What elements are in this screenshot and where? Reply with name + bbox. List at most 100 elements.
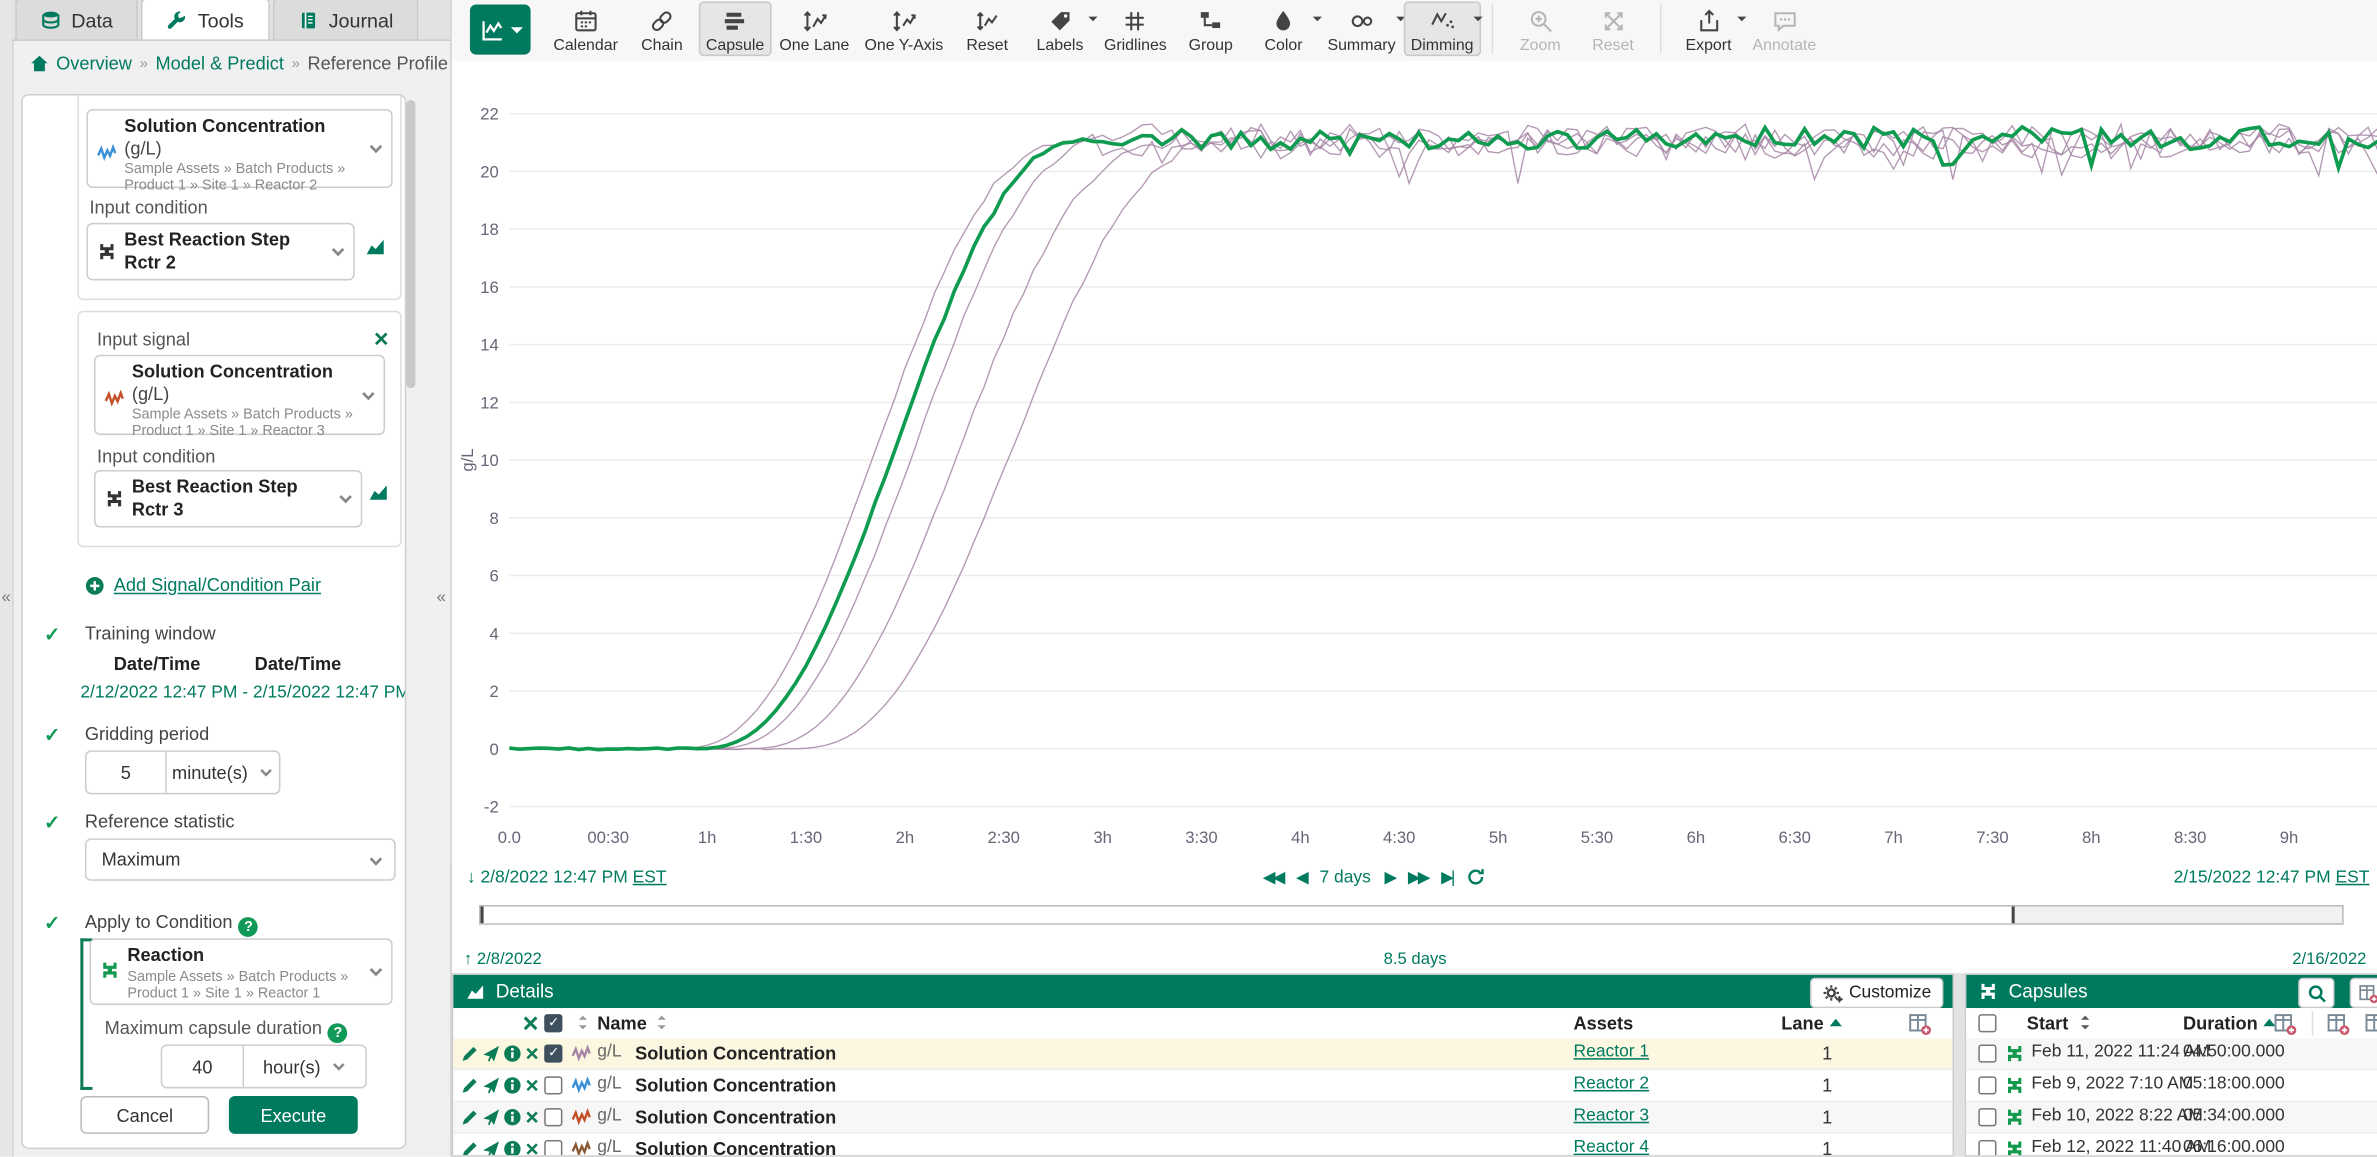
send-icon[interactable]: [482, 1044, 500, 1062]
input-condition-select-2[interactable]: Best Reaction Step Rctr 3: [94, 470, 362, 528]
toolbar-item-summary[interactable]: Summary: [1320, 2, 1403, 57]
asset-link[interactable]: Reactor 1: [1574, 1043, 1650, 1061]
send-icon[interactable]: [482, 1108, 500, 1126]
details-row[interactable]: g/L Solution Concentration Reactor 1 1: [453, 1038, 1952, 1070]
breadcrumb-model-predict[interactable]: Model & Predict: [156, 53, 284, 74]
capsule-row[interactable]: Feb 9, 2022 7:10 AM 05:18:00.000: [1966, 1070, 2377, 1102]
toolbar-item-capsule[interactable]: Capsule: [698, 2, 772, 57]
name-column-header[interactable]: Name: [597, 1013, 647, 1034]
capsule-checkbox[interactable]: [1978, 1108, 1996, 1126]
toolbar-item-one-lane[interactable]: One Lane: [772, 2, 857, 57]
breadcrumb-overview[interactable]: Overview: [56, 53, 132, 74]
range-start-datetime[interactable]: 2/8/2022 12:47 PM: [480, 869, 627, 887]
view-profile-icon[interactable]: [367, 482, 390, 502]
gridding-period-value-input[interactable]: 5: [86, 752, 166, 793]
capsule-checkbox[interactable]: [1978, 1076, 1996, 1094]
details-row[interactable]: g/L Solution Concentration Reactor 3 1: [453, 1102, 1952, 1134]
edit-icon[interactable]: [461, 1076, 479, 1094]
add-column-icon[interactable]: [1909, 1013, 1932, 1036]
customize-button[interactable]: Customize: [1810, 978, 1944, 1008]
row-checkbox[interactable]: [544, 1076, 562, 1094]
capsule-checkbox[interactable]: [1978, 1140, 1996, 1157]
view-profile-icon[interactable]: [364, 236, 387, 256]
help-icon[interactable]: ?: [328, 1023, 348, 1043]
info-icon[interactable]: [503, 1044, 521, 1062]
toolbar-item-group[interactable]: Group: [1174, 2, 1247, 57]
asset-link[interactable]: Reactor 4: [1574, 1138, 1650, 1156]
toolbar-item-reset[interactable]: Reset: [951, 2, 1024, 57]
info-icon[interactable]: [503, 1108, 521, 1126]
cancel-button[interactable]: Cancel: [80, 1096, 209, 1134]
asset-link[interactable]: Reactor 3: [1574, 1107, 1650, 1125]
capsule-grid-button[interactable]: [2350, 978, 2377, 1008]
edit-icon[interactable]: [461, 1140, 479, 1157]
start-column-header[interactable]: Start: [2027, 1013, 2068, 1034]
toolbar-item-color[interactable]: Color: [1247, 2, 1320, 57]
send-icon[interactable]: [482, 1076, 500, 1094]
duration-column-header[interactable]: Duration: [2183, 1013, 2276, 1034]
info-icon[interactable]: [503, 1140, 521, 1157]
tab-tools[interactable]: Tools: [142, 0, 270, 39]
apply-condition-select[interactable]: Reaction Sample Assets » Batch Products …: [89, 938, 392, 1005]
edit-icon[interactable]: [461, 1108, 479, 1126]
collapse-sidebar-handle[interactable]: «: [437, 588, 446, 606]
details-row[interactable]: g/L Solution Concentration Reactor 4 1: [453, 1134, 1952, 1157]
tab-journal[interactable]: Journal: [273, 0, 420, 39]
capsule-checkbox[interactable]: [1978, 1044, 1996, 1062]
capsule-row[interactable]: Feb 10, 2022 8:22 AM 05:34:00.000: [1966, 1102, 2377, 1134]
remove-icon[interactable]: [525, 1110, 540, 1125]
range-start-timezone[interactable]: EST: [633, 869, 667, 887]
range-end-datetime[interactable]: 2/15/2022 12:47 PM: [2174, 869, 2331, 887]
trend-chart[interactable]: -202468101214161820220.000:301h1:302h2:3…: [452, 61, 2377, 864]
row-checkbox[interactable]: [544, 1140, 562, 1157]
range-duration[interactable]: 7 days: [1319, 868, 1370, 886]
range-end-timezone[interactable]: EST: [2335, 869, 2369, 887]
collapse-left-handle[interactable]: «: [2, 588, 11, 606]
training-start-date[interactable]: 2/12/2022 12:47 PM: [80, 684, 237, 702]
max-duration-value-input[interactable]: 40: [162, 1046, 244, 1087]
toolbar-item-chain[interactable]: Chain: [626, 2, 699, 57]
toolbar-item-gridlines[interactable]: Gridlines: [1096, 2, 1174, 57]
capsule-row[interactable]: Feb 11, 2022 11:24 AM 04:50:00.000: [1966, 1038, 2377, 1070]
display-type-button[interactable]: [470, 5, 531, 55]
help-icon[interactable]: ?: [239, 917, 259, 937]
step-forward-icon[interactable]: ▶: [1384, 867, 1394, 887]
timeline-track[interactable]: [479, 905, 2344, 925]
step-back-icon[interactable]: ◀: [1296, 867, 1306, 887]
toolbar-item-export[interactable]: Export: [1672, 2, 1745, 57]
sidebar-scrollbar[interactable]: [406, 100, 415, 388]
remove-icon[interactable]: [525, 1078, 540, 1093]
toolbar-item-calendar[interactable]: Calendar: [546, 2, 626, 57]
lane-column-header[interactable]: Lane: [1781, 1013, 1842, 1034]
asset-link[interactable]: Reactor 2: [1574, 1075, 1650, 1093]
gridding-period-unit-select[interactable]: minute(s): [167, 752, 279, 793]
sort-icon[interactable]: [576, 1014, 590, 1031]
details-row[interactable]: g/L Solution Concentration Reactor 2 1: [453, 1070, 1952, 1102]
timeline-selected-range[interactable]: [481, 907, 2015, 924]
timeline-total-duration[interactable]: 8.5 days: [452, 950, 2377, 968]
toolbar-item-annotate[interactable]: Annotate: [1745, 2, 1824, 57]
capsule-row[interactable]: Feb 12, 2022 11:40 AM 06:16:00.000: [1966, 1134, 2377, 1157]
add-column-icon[interactable]: [2327, 1013, 2350, 1036]
remove-icon[interactable]: [525, 1142, 540, 1157]
assets-column-header[interactable]: Assets: [1574, 1013, 1634, 1034]
toolbar-item-one-y-axis[interactable]: One Y-Axis: [857, 2, 951, 57]
home-icon[interactable]: [30, 55, 48, 73]
capsule-search-button[interactable]: [2298, 978, 2334, 1008]
add-column-icon[interactable]: [2365, 1013, 2377, 1036]
add-signal-condition-pair-link[interactable]: Add Signal/Condition Pair: [114, 575, 321, 596]
step-forward-fast-icon[interactable]: ▶▶: [1408, 867, 1428, 887]
input-signal-select-1[interactable]: Solution Concentration (g/L) Sample Asse…: [86, 109, 392, 188]
input-condition-select-1[interactable]: Best Reaction Step Rctr 2: [86, 223, 354, 281]
toolbar-item-dimming[interactable]: Dimming: [1403, 2, 1481, 57]
sort-icon[interactable]: [655, 1014, 669, 1031]
remove-pair-icon[interactable]: [373, 330, 390, 347]
toolbar-item-zoom[interactable]: Zoom: [1504, 2, 1577, 57]
edit-icon[interactable]: [461, 1044, 479, 1062]
remove-icon[interactable]: [525, 1046, 540, 1061]
timeline-end-date[interactable]: 2/16/2022: [2292, 950, 2366, 968]
step-to-end-icon[interactable]: ▶|: [1441, 867, 1452, 887]
info-icon[interactable]: [503, 1076, 521, 1094]
row-checkbox[interactable]: [544, 1108, 562, 1126]
tab-data[interactable]: Data: [15, 0, 139, 39]
